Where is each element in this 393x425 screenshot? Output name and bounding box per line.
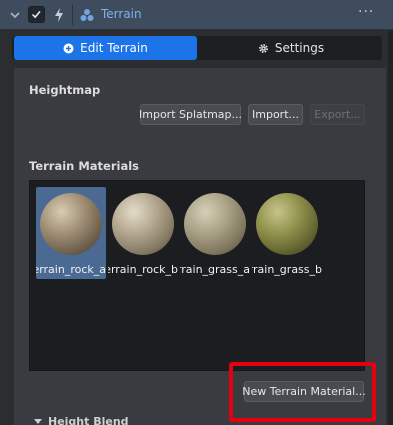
heightmap-label: Heightmap — [29, 83, 101, 97]
export-button[interactable]: Export... — [310, 104, 365, 125]
import-button[interactable]: Import... — [248, 104, 303, 125]
gear-icon — [258, 43, 268, 53]
material-item[interactable]: terrain_grass_b — [252, 187, 322, 279]
component-header[interactable]: Terrain ··· — [0, 0, 393, 30]
import-splatmap-button[interactable]: Import Splatmap... — [139, 104, 242, 125]
material-item[interactable]: terrain_grass_a — [180, 187, 250, 279]
material-thumbnail — [112, 193, 174, 255]
terrain-materials-label: Terrain Materials — [29, 159, 140, 173]
material-label: terrain_rock_a — [36, 263, 106, 276]
material-label: terrain_grass_a — [180, 263, 250, 276]
component-title: Terrain — [101, 7, 142, 21]
scrollbar[interactable] — [388, 31, 393, 425]
enable-checkbox[interactable] — [28, 6, 45, 23]
height-blend-section-header[interactable]: Height Blend — [29, 413, 365, 425]
lightning-icon[interactable] — [52, 7, 66, 23]
material-thumbnail — [256, 193, 318, 255]
material-thumbnail — [40, 193, 102, 255]
edit-icon — [63, 43, 74, 53]
tab-label: Edit Terrain — [80, 41, 148, 55]
tab-label: Settings — [274, 41, 325, 55]
chevron-down-icon[interactable] — [8, 8, 22, 22]
tab-settings[interactable]: Settings — [202, 36, 380, 60]
material-thumbnail — [184, 193, 246, 255]
tab-edit-terrain[interactable]: Edit Terrain — [14, 36, 197, 60]
material-label: terrain_rock_b — [108, 263, 178, 276]
checkmark-icon — [31, 10, 41, 19]
terrain-component-icon — [80, 9, 94, 21]
material-item[interactable]: terrain_rock_b — [108, 187, 178, 279]
terrain-materials-list[interactable]: terrain_rock_a terrain_rock_b terrain_gr… — [29, 180, 365, 371]
terrain-inspector: Terrain ··· Edit Terrain Settings Height… — [0, 0, 393, 425]
header-divider — [72, 5, 73, 25]
height-blend-label: Height Blend — [48, 415, 129, 425]
mode-tabs: Edit Terrain Settings — [12, 36, 382, 60]
collapse-triangle-icon[interactable] — [34, 419, 42, 424]
material-label: terrain_grass_b — [252, 263, 322, 276]
material-item[interactable]: terrain_rock_a — [36, 187, 106, 279]
more-options-icon[interactable]: ··· — [358, 4, 374, 20]
